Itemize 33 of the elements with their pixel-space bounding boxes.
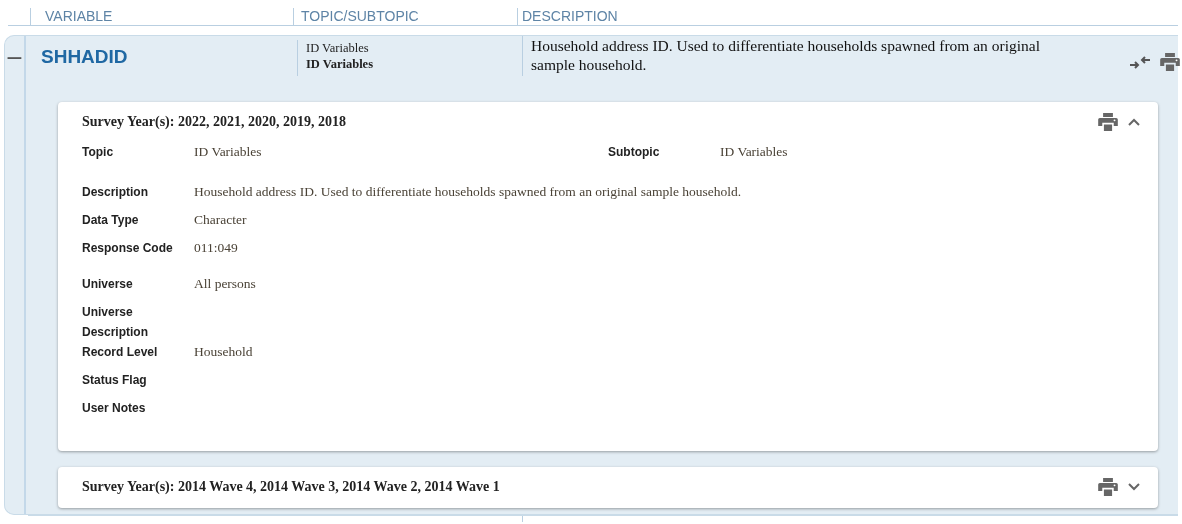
- field-value: ID Variables: [720, 143, 788, 161]
- column-header: VARIABLE: [45, 8, 113, 24]
- field-value: ID Variables: [194, 143, 262, 161]
- field-value: Character: [194, 211, 247, 229]
- field-label: Response Code: [82, 240, 174, 257]
- field-value: All persons: [194, 275, 256, 293]
- chevron-down-icon[interactable]: [1128, 483, 1140, 491]
- field-label: User Notes: [82, 400, 147, 417]
- column-header: TOPIC/SUBTOPIC: [301, 8, 419, 24]
- arrows-inward-icon[interactable]: [1130, 55, 1150, 69]
- field-label: Universe: [82, 276, 134, 293]
- field-label: Record Level: [82, 344, 159, 361]
- chevron-up-icon[interactable]: [1128, 118, 1140, 126]
- subtopic-text: ID Variables: [306, 56, 375, 72]
- variable-description: Household address ID. Used to differentiate households spawned from an original sample household.: [531, 37, 1040, 73]
- field-label: Subtopic: [608, 144, 661, 161]
- field-label: Topic: [82, 144, 115, 161]
- collapse-toggle[interactable]: −: [5, 44, 24, 70]
- survey-years-title[interactable]: Survey Year(s): 2014 Wave 4, 2014 Wave 3, 2014 Wave 2, 2014 Wave 1: [82, 479, 1088, 495]
- survey-years-title[interactable]: Survey Year(s): 2022, 2021, 2020, 2019, 2018: [82, 114, 1088, 130]
- field-label: Status Flag: [82, 372, 148, 389]
- topic-text: ID Variables: [306, 41, 369, 55]
- variable-name[interactable]: SHHADID: [41, 46, 128, 67]
- field-value: 011:049: [194, 239, 238, 257]
- field-label: Universe Description: [82, 304, 149, 341]
- field-value: Household: [194, 343, 253, 361]
- field-label: Description: [82, 184, 149, 201]
- printer-icon[interactable]: [1098, 113, 1118, 131]
- field-label: Data Type: [82, 212, 140, 229]
- printer-icon[interactable]: [1160, 53, 1180, 71]
- printer-icon[interactable]: [1098, 478, 1118, 496]
- field-value: Household address ID. Used to differentiate households spawned from an original sample household.: [194, 183, 742, 201]
- column-header: DESCRIPTION: [522, 8, 618, 24]
